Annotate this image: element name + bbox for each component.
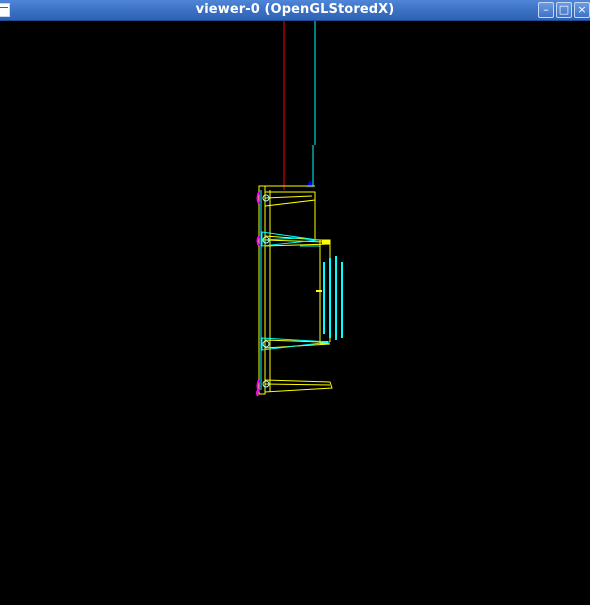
minimize-button[interactable]: – [538,2,554,18]
connector-mark-upper [322,240,330,244]
maximize-button[interactable]: □ [556,2,572,18]
title-bar[interactable]: viewer-0 (OpenGLStoredX) – □ × [0,0,590,21]
center-mark [316,290,322,292]
maximize-icon: □ [558,3,570,16]
window-title: viewer-0 (OpenGLStoredX) [195,2,395,17]
viewer-window: viewer-0 (OpenGLStoredX) – □ × [0,0,590,605]
close-icon: × [577,3,587,16]
joint-marks [262,194,270,388]
cyan-bars [323,256,343,340]
scene-drawing [256,21,343,397]
opengl-viewport[interactable] [0,21,590,605]
close-button[interactable]: × [574,2,590,18]
minimize-icon: – [543,3,549,16]
